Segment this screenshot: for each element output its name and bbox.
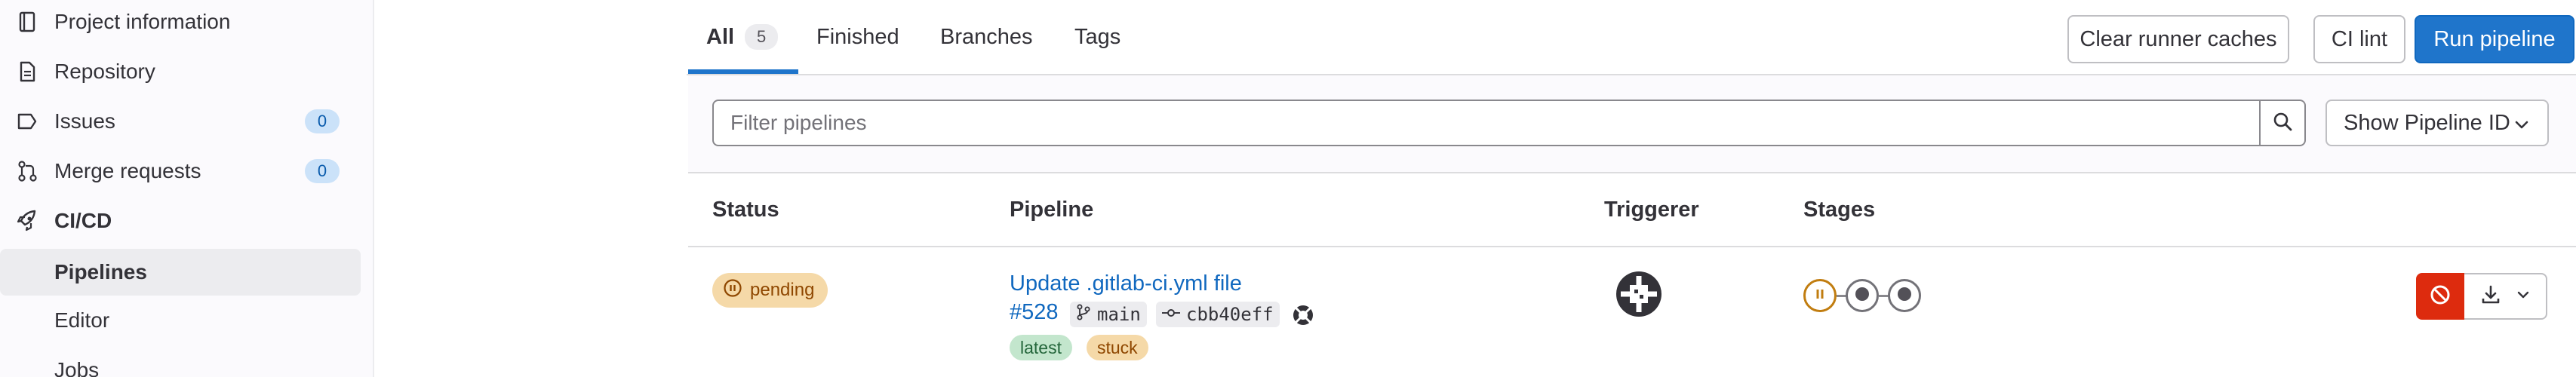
merge-requests-count-badge: 0 (305, 159, 340, 183)
cancel-icon (2428, 283, 2452, 311)
project-info-icon (15, 10, 39, 34)
filter-search-button[interactable] (2259, 100, 2306, 146)
stage-created[interactable] (1846, 279, 1879, 312)
search-icon (2271, 110, 2294, 136)
commit-author-avatar[interactable] (1292, 304, 1314, 330)
sidebar-item-label: Merge requests (54, 159, 201, 182)
branch-ref-chip[interactable]: main (1070, 302, 1147, 327)
sidebar-item-label: Pipelines (54, 260, 147, 284)
created-status-icon (1854, 286, 1871, 306)
cancel-pipeline-button[interactable] (2416, 273, 2464, 320)
column-header-pipeline: Pipeline (1010, 198, 1094, 222)
chevron-down-icon (2516, 287, 2531, 306)
tab-label: Branches (940, 24, 1033, 49)
download-icon (2479, 284, 2502, 310)
sidebar-item-label: CI/CD (54, 209, 112, 232)
rocket-icon (15, 209, 39, 233)
sidebar-item-repository[interactable]: Repository (0, 48, 361, 95)
tab-count-badge: 5 (745, 24, 779, 50)
created-status-icon (1896, 286, 1913, 306)
column-header-stages: Stages (1803, 198, 1876, 222)
filter-pipelines-input[interactable]: Filter pipelines (712, 100, 2259, 146)
sidebar-item-label: Project information (54, 10, 231, 33)
clear-runner-caches-button[interactable]: Clear runner caches (2067, 15, 2289, 63)
sidebar-item-label: Issues (54, 109, 115, 133)
tab-label: Tags (1074, 24, 1121, 49)
sidebar-item-jobs[interactable]: Jobs (0, 347, 361, 377)
download-artifacts-dropdown[interactable] (2464, 273, 2547, 320)
column-header-status: Status (712, 198, 779, 222)
ci-lint-button[interactable]: CI lint (2313, 15, 2405, 63)
tab-label: All (706, 24, 735, 49)
document-icon (15, 60, 39, 84)
branch-icon (1076, 304, 1091, 325)
tab-all[interactable]: All 5 (706, 0, 779, 74)
commit-icon (1162, 304, 1180, 325)
pause-icon (1813, 287, 1827, 305)
show-pipeline-id-label: Show Pipeline ID (2344, 110, 2510, 135)
sidebar: Project information Repository Issues 0 … (0, 0, 374, 377)
tab-tags[interactable]: Tags (1074, 0, 1120, 74)
stage-created[interactable] (1888, 279, 1921, 312)
commit-sha: cbb40eff (1186, 304, 1274, 325)
issues-count-badge: 0 (305, 109, 340, 133)
show-pipeline-id-dropdown[interactable]: Show Pipeline ID (2325, 100, 2549, 146)
sidebar-item-project-information[interactable]: Project information (0, 0, 361, 45)
chevron-down-icon (2513, 115, 2531, 139)
pipeline-commit-title-link[interactable]: Update .gitlab-ci.yml file (1010, 271, 1242, 296)
tab-branches[interactable]: Branches (940, 0, 1033, 74)
pipeline-id-link[interactable]: #528 (1010, 300, 1059, 325)
tab-finished[interactable]: Finished (816, 0, 899, 74)
status-label: pending (750, 280, 815, 300)
sidebar-item-cicd[interactable]: CI/CD (0, 198, 361, 244)
commit-sha-chip[interactable]: cbb40eff (1156, 302, 1280, 327)
sidebar-item-label: Jobs (54, 358, 100, 377)
pause-icon (723, 278, 742, 303)
active-tab-indicator (688, 69, 798, 74)
sidebar-item-issues[interactable]: Issues 0 (0, 98, 361, 145)
column-header-triggerer: Triggerer (1604, 198, 1699, 222)
run-pipeline-button[interactable]: Run pipeline (2415, 15, 2574, 63)
sidebar-item-label: Repository (54, 60, 155, 83)
stage-pending[interactable] (1803, 279, 1837, 312)
sidebar-item-merge-requests[interactable]: Merge requests 0 (0, 148, 361, 195)
latest-tag: latest (1010, 335, 1072, 360)
sidebar-item-editor[interactable]: Editor (0, 297, 361, 344)
sidebar-item-pipelines[interactable]: Pipelines (0, 249, 361, 296)
stuck-tag: stuck (1087, 335, 1148, 360)
sidebar-item-label: Editor (54, 308, 110, 332)
branch-name: main (1097, 304, 1141, 325)
triggerer-avatar[interactable] (1615, 270, 1663, 322)
status-badge[interactable]: pending (712, 273, 828, 308)
table-header-divider (688, 246, 2576, 247)
tab-label: Finished (816, 24, 899, 49)
filter-placeholder: Filter pipelines (730, 111, 867, 134)
merge-request-icon (15, 159, 39, 183)
issues-icon (15, 109, 39, 133)
